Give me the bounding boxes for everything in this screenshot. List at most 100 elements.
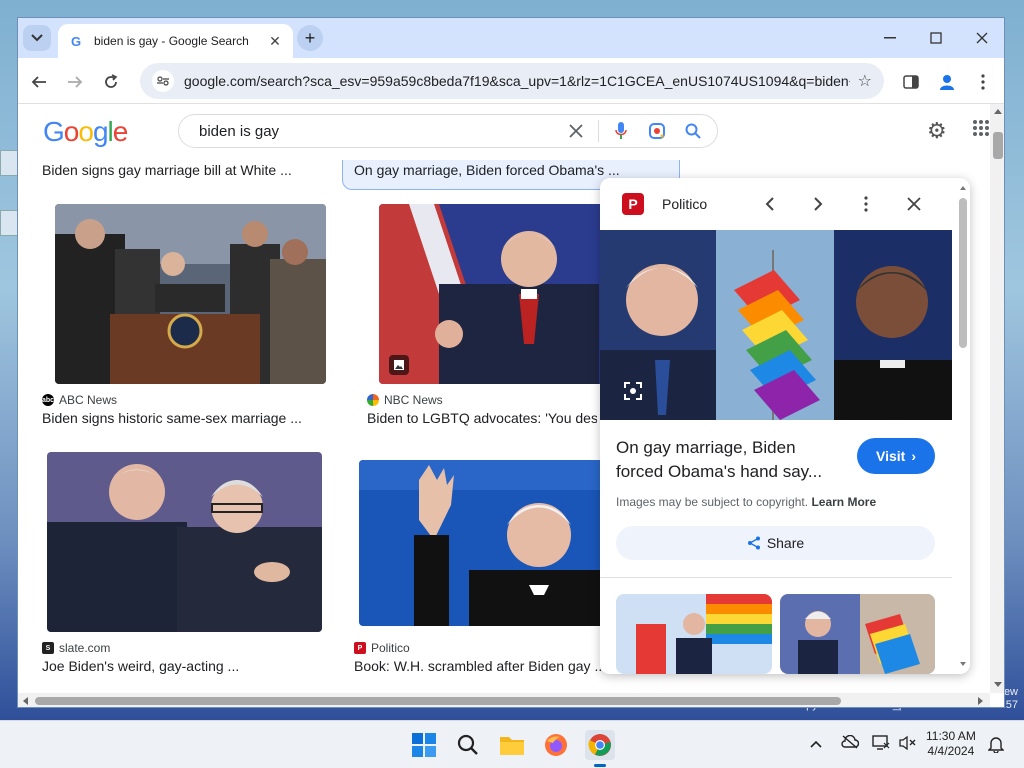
- search-icon: [685, 123, 701, 139]
- related-thumbnail: [780, 594, 935, 674]
- result-source[interactable]: NBC News: [367, 393, 443, 407]
- minimize-icon: [884, 37, 896, 39]
- camera-lens-icon: [649, 123, 665, 139]
- start-button[interactable]: [409, 730, 439, 760]
- google-logo[interactable]: Google: [43, 116, 128, 148]
- file-explorer-button[interactable]: [497, 730, 527, 760]
- lens-icon: [624, 382, 642, 400]
- menu-button[interactable]: [971, 70, 995, 94]
- politico-logo-icon: P: [622, 193, 644, 215]
- panel-scrollbar[interactable]: [958, 184, 968, 668]
- chrome-icon: [588, 734, 611, 756]
- desktop-icon[interactable]: [0, 150, 18, 176]
- back-button[interactable]: [26, 69, 52, 95]
- related-image[interactable]: [616, 594, 772, 674]
- source-name: Politico: [371, 641, 410, 655]
- taskbar-search-button[interactable]: [453, 730, 483, 760]
- profile-icon: [940, 75, 954, 90]
- show-hidden-icons-chevron-up-icon[interactable]: [810, 735, 822, 752]
- result-source[interactable]: P Politico: [354, 641, 410, 655]
- result-title[interactable]: Book: W.H. scrambled after Biden gay ...: [354, 658, 604, 674]
- volume-muted-icon[interactable]: [898, 735, 916, 755]
- learn-more-link[interactable]: Learn More: [811, 495, 876, 509]
- folder-icon: [500, 737, 524, 755]
- result-thumbnail: [55, 204, 326, 384]
- copyright-notice: Images may be subject to copyright. Lear…: [616, 495, 876, 509]
- related-image[interactable]: [780, 594, 935, 674]
- result-image[interactable]: [359, 460, 609, 626]
- slate-favicon-icon: S: [42, 642, 54, 654]
- panel-source-name[interactable]: Politico: [662, 196, 707, 212]
- page-horizontal-scrollbar[interactable]: [18, 693, 990, 707]
- search-input[interactable]: biden is gay: [199, 123, 554, 140]
- close-icon: [569, 124, 583, 138]
- more-vertical-icon: [981, 74, 985, 90]
- voice-search-icon[interactable]: [607, 117, 635, 145]
- system-clock[interactable]: 11:30 AM 4/4/2024: [926, 729, 976, 759]
- tune-icon: [157, 76, 169, 86]
- result-title[interactable]: Joe Biden's weird, gay-acting ...: [42, 658, 332, 674]
- panel-title[interactable]: On gay marriage, Biden forced Obama's ha…: [616, 436, 846, 484]
- result-source[interactable]: S slate.com: [42, 641, 110, 655]
- profile-button[interactable]: [935, 70, 959, 94]
- network-icon[interactable]: [872, 735, 890, 755]
- forward-button[interactable]: [62, 69, 88, 95]
- active-app-indicator: [594, 764, 606, 767]
- share-button[interactable]: Share: [616, 526, 935, 560]
- chevron-right-icon: [814, 197, 823, 211]
- result-title[interactable]: Biden signs historic same-sex marriage .…: [42, 410, 332, 426]
- arrow-left-icon: [31, 76, 46, 88]
- google-apps-icon[interactable]: [973, 120, 989, 136]
- lens-search-icon[interactable]: [643, 117, 671, 145]
- tab-close-icon[interactable]: ✕: [267, 33, 283, 50]
- close-window-button[interactable]: [970, 26, 994, 50]
- result-image[interactable]: [379, 204, 609, 384]
- page-vertical-scrollbar[interactable]: [990, 104, 1004, 693]
- chrome-button[interactable]: [585, 730, 615, 767]
- reload-icon: [105, 74, 118, 88]
- result-title[interactable]: Biden to LGBTQ advocates: 'You dese: [367, 410, 597, 426]
- side-panel-button[interactable]: [899, 70, 923, 94]
- cloud-offline-icon[interactable]: [841, 734, 860, 753]
- result-title[interactable]: On gay marriage, Biden forced Obama's ..…: [354, 162, 644, 178]
- preview-image-graphic: [600, 230, 952, 420]
- next-result-button[interactable]: [806, 192, 830, 216]
- result-title[interactable]: Biden signs gay marriage bill at White .…: [42, 162, 332, 178]
- preview-image[interactable]: [600, 230, 952, 420]
- new-tab-button[interactable]: +: [297, 25, 323, 51]
- clock-date: 4/4/2024: [927, 744, 975, 758]
- arrow-right-icon: [68, 76, 83, 88]
- previous-result-button[interactable]: [758, 192, 782, 216]
- lens-search-image-button[interactable]: [620, 378, 646, 404]
- close-icon: [976, 32, 988, 44]
- search-box[interactable]: biden is gay: [178, 114, 718, 148]
- site-info-icon[interactable]: [152, 70, 174, 92]
- result-source[interactable]: abc ABC News: [42, 393, 117, 407]
- firefox-button[interactable]: [541, 730, 571, 760]
- address-bar[interactable]: google.com/search?sca_esv=959a59c8beda7f…: [140, 63, 884, 99]
- clear-search-icon[interactable]: [562, 117, 590, 145]
- abc-news-favicon-icon: abc: [42, 394, 54, 406]
- browser-tab[interactable]: G biden is gay - Google Search ✕: [58, 24, 293, 58]
- close-panel-button[interactable]: [902, 192, 926, 216]
- title-bar: G biden is gay - Google Search ✕ +: [18, 18, 1004, 58]
- settings-gear-icon[interactable]: ⚙: [927, 118, 947, 144]
- result-thumbnail: [47, 452, 322, 632]
- notification-bell-icon[interactable]: [987, 735, 1005, 757]
- minimize-button[interactable]: [878, 26, 902, 50]
- result-image[interactable]: [47, 452, 322, 632]
- firefox-icon: [545, 734, 567, 756]
- microphone-icon: [615, 122, 627, 139]
- desktop-icon[interactable]: [0, 210, 18, 236]
- search-submit-icon[interactable]: [679, 117, 707, 145]
- panel-header: P Politico: [600, 178, 970, 230]
- result-image[interactable]: [55, 204, 326, 384]
- maximize-button[interactable]: [924, 26, 948, 50]
- clock-time: 11:30 AM: [926, 729, 976, 743]
- reload-button[interactable]: [98, 69, 124, 95]
- bookmark-star-icon[interactable]: ☆: [858, 71, 872, 91]
- tab-search-button[interactable]: [23, 25, 51, 51]
- scrollbar-graphic: [993, 109, 1003, 687]
- visit-button[interactable]: Visit ›: [857, 438, 935, 474]
- more-options-button[interactable]: [854, 192, 878, 216]
